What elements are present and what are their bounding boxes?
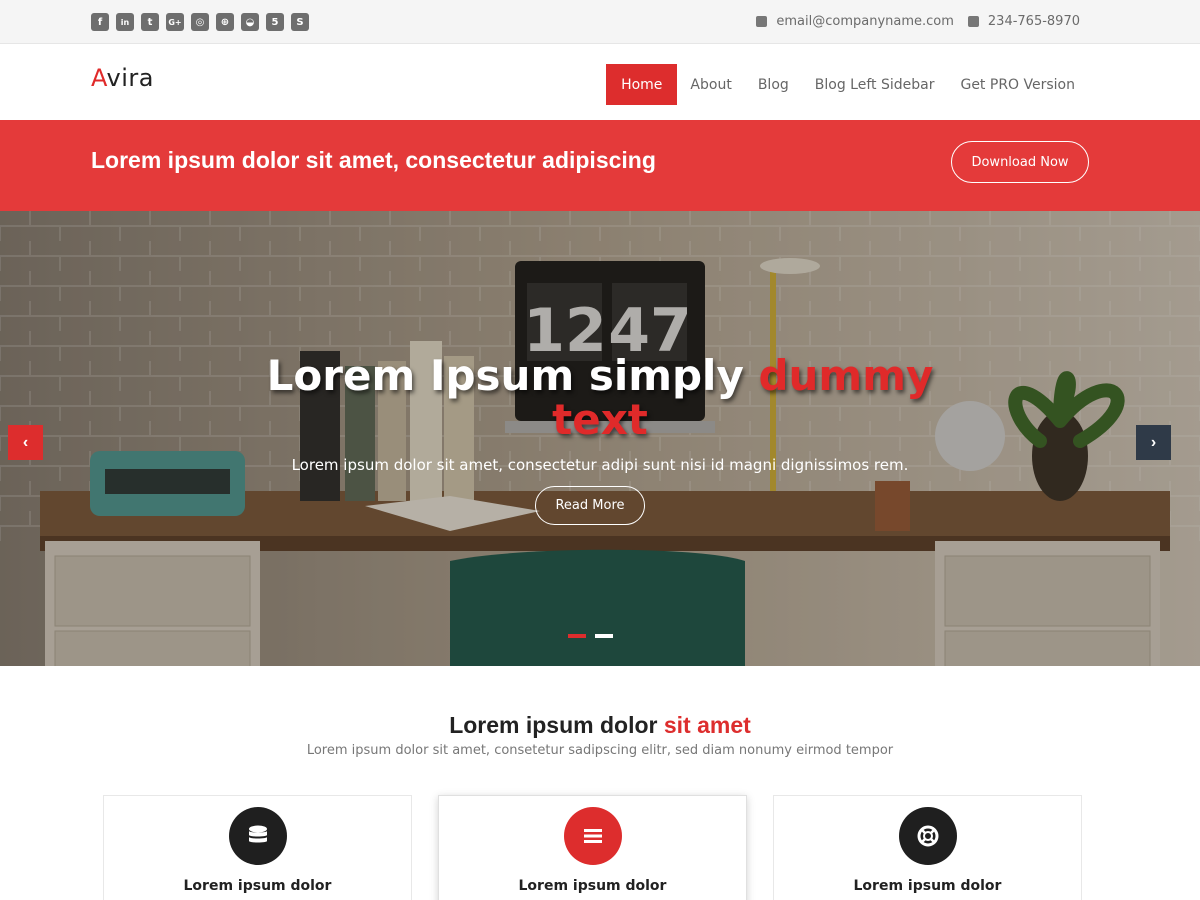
feature-card[interactable]: Lorem ipsum dolor xyxy=(103,795,412,900)
life-ring-icon xyxy=(899,807,957,865)
phone-icon xyxy=(967,16,979,27)
phone-text[interactable]: 234-765-8970 xyxy=(988,14,1080,29)
nav-get-pro[interactable]: Get PRO Version xyxy=(947,64,1088,105)
slider-dots xyxy=(568,634,613,638)
email-text[interactable]: email@companyname.com xyxy=(776,14,954,29)
contact-info: email@companyname.com 234-765-8970 xyxy=(756,14,1080,29)
nav-home[interactable]: Home xyxy=(606,64,678,105)
section-subtitle: Lorem ipsum dolor sit amet, consetetur s… xyxy=(306,743,894,758)
hero-title-highlight-1: dummy xyxy=(758,351,934,400)
facebook-icon[interactable]: f xyxy=(91,13,109,31)
slider-dot-2[interactable] xyxy=(595,634,613,638)
linkedin-icon[interactable]: in xyxy=(116,13,134,31)
nav-blog[interactable]: Blog xyxy=(745,64,802,105)
top-bar: f in t G+ ◎ ⊕ ◒ 5 S email@companyname.co… xyxy=(0,0,1200,44)
site-header: Avira Home About Blog Blog Left Sidebar … xyxy=(0,45,1200,120)
twitter-icon[interactable]: t xyxy=(141,13,159,31)
database-icon xyxy=(229,807,287,865)
menu-icon xyxy=(564,807,622,865)
feature-card[interactable]: Lorem ipsum dolor xyxy=(773,795,1082,900)
site-logo[interactable]: Avira xyxy=(91,64,154,92)
phone-item[interactable]: 234-765-8970 xyxy=(967,14,1080,29)
hero-title-highlight-2: text xyxy=(552,395,648,444)
email-item[interactable]: email@companyname.com xyxy=(756,14,954,29)
cta-banner: Lorem ipsum dolor sit amet, consectetur … xyxy=(0,120,1200,211)
html5-icon[interactable]: 5 xyxy=(266,13,284,31)
chevron-left-icon: ‹ xyxy=(22,433,29,451)
slider-dot-1[interactable] xyxy=(568,634,586,638)
hero-slider: 12 47 Lorem Ipsum simply dummy text Lorem… xyxy=(0,211,1200,666)
feature-card-title: Lorem ipsum dolor xyxy=(518,878,667,894)
feature-cards: Lorem ipsum dolor Lorem ipsum dolor Lore… xyxy=(103,795,1082,900)
logo-rest: vira xyxy=(106,64,154,92)
chevron-right-icon: › xyxy=(1150,433,1157,451)
skype-icon[interactable]: S xyxy=(291,13,309,31)
slider-prev-button[interactable]: ‹ xyxy=(8,425,43,460)
slider-next-button[interactable]: › xyxy=(1136,425,1171,460)
nav-about[interactable]: About xyxy=(677,64,744,105)
social-links: f in t G+ ◎ ⊕ ◒ 5 S xyxy=(91,13,309,31)
read-more-button[interactable]: Read More xyxy=(535,486,645,525)
hero-title: Lorem Ipsum simply dummy text xyxy=(0,354,1200,442)
banner-text: Lorem ipsum dolor sit amet, consectetur … xyxy=(91,147,656,173)
google-plus-icon[interactable]: G+ xyxy=(166,13,184,31)
feature-card[interactable]: Lorem ipsum dolor xyxy=(438,795,747,900)
main-nav: Home About Blog Blog Left Sidebar Get PR… xyxy=(606,64,1088,105)
logo-initial: A xyxy=(91,64,107,92)
section-title: Lorem ipsum dolor sit amet xyxy=(0,712,1200,739)
hero-title-main: Lorem Ipsum simply xyxy=(266,351,759,400)
section-title-main: Lorem ipsum dolor xyxy=(449,712,664,738)
download-now-button[interactable]: Download Now xyxy=(951,141,1089,183)
dribbble-icon[interactable]: ⊕ xyxy=(216,13,234,31)
hero-subtitle: Lorem ipsum dolor sit amet, consectetur … xyxy=(291,456,909,474)
nav-blog-left-sidebar[interactable]: Blog Left Sidebar xyxy=(802,64,948,105)
github-icon[interactable]: ◒ xyxy=(241,13,259,31)
section-title-highlight: sit amet xyxy=(663,712,751,738)
feature-card-title: Lorem ipsum dolor xyxy=(853,878,1002,894)
envelope-icon xyxy=(756,16,768,27)
feature-card-title: Lorem ipsum dolor xyxy=(183,878,332,894)
instagram-icon[interactable]: ◎ xyxy=(191,13,209,31)
